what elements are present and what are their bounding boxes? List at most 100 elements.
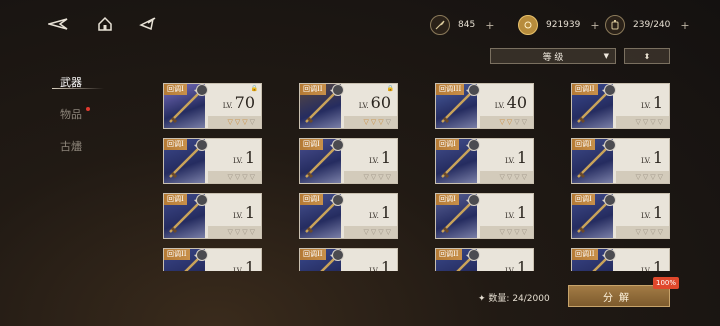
level-prefix: LV. [504, 267, 515, 271]
lock-icon[interactable]: 🔒 [387, 85, 394, 92]
stamina-plus-icon[interactable]: + [485, 19, 494, 32]
weapon-card[interactable]: 回调I LV. 1 ▽ ▽ ▽ ▽ [163, 138, 262, 184]
sidebar-item-label: 古燼 [60, 140, 82, 153]
level-number: 1 [516, 148, 527, 167]
home-icon[interactable] [95, 14, 115, 34]
rank-chevron-icon: ▽ [635, 173, 641, 181]
capacity-plus-icon[interactable]: + [680, 19, 689, 32]
refine-rank: ▽ ▽ ▽ ▽ [616, 171, 669, 183]
resource-stamina[interactable]: 845 + [430, 14, 494, 36]
resource-capacity[interactable]: 239/240 + [605, 14, 690, 36]
rank-chevron-icon: ▽ [370, 228, 377, 236]
lock-icon[interactable]: 🔒 [251, 85, 258, 92]
rank-chevron-icon: ▽ [227, 173, 233, 181]
weapon-card[interactable]: 回调I LV. 1 ▽ ▽ ▽ ▽ [435, 138, 534, 184]
gold-value: 921939 [546, 20, 581, 30]
level-number: 1 [244, 258, 255, 271]
weapon-level: LV. 40 [495, 93, 527, 112]
level-prefix: LV. [222, 102, 233, 110]
rank-chevron-icon: ▽ [521, 173, 527, 181]
rank-chevron-icon: ▽ [514, 173, 520, 181]
character-avatar [468, 194, 480, 206]
tuning-tag: 回调I [300, 139, 323, 150]
weapon-level: LV. 1 [369, 258, 391, 271]
tuning-tag: 回调I [572, 194, 595, 205]
rank-chevron-icon: ▽ [499, 118, 505, 126]
category-sidebar: 武器 物品 古燼 [52, 66, 132, 162]
level-prefix: LV. [640, 212, 651, 220]
rank-chevron-icon: ▽ [249, 118, 255, 126]
weapon-level: LV. 1 [641, 258, 663, 271]
weapon-card[interactable]: 回调I LV. 1 ▽ ▽ ▽ ▽ [571, 193, 670, 239]
weapon-card[interactable]: 回调IILV.1▽▽▽▽ [435, 248, 534, 271]
weapon-card[interactable]: 回调III LV. 40 ▽ ▽ ▽ ▽ [435, 83, 534, 129]
tuning-tag: 回调I [436, 194, 459, 205]
weapon-card[interactable]: 回调IILV.1▽▽▽▽ [571, 248, 670, 271]
character-avatar [332, 139, 344, 151]
level-number: 1 [380, 258, 391, 271]
top-bar: 845 + 921939 + 239/240 + [0, 0, 720, 48]
weapon-level: LV. 1 [641, 93, 663, 112]
rank-chevron-icon: ▽ [227, 228, 233, 236]
level-number: 1 [380, 148, 391, 167]
level-prefix: LV. [368, 267, 379, 271]
level-number: 1 [244, 148, 255, 167]
weapon-card[interactable]: 回调I LV. 1 ▽ ▽ ▽ ▽ [435, 193, 534, 239]
weapon-card[interactable]: 回调IILV.1▽▽▽▽ [571, 83, 670, 129]
rank-chevron-icon: ▽ [499, 228, 505, 236]
weapon-card[interactable]: 回调I LV. 1 ▽ ▽ ▽ ▽ [163, 193, 262, 239]
rank-chevron-icon: ▽ [635, 118, 641, 126]
back-arrow-icon[interactable] [48, 14, 68, 34]
sidebar-item-relics[interactable]: 古燼 [52, 130, 132, 162]
filter-label: 等 级 [542, 52, 564, 63]
weapon-card[interactable]: 回调II LV. 60 🔒 ▽ ▽ ▽ ▽ [299, 83, 398, 129]
sidebar-item-items[interactable]: 物品 [52, 98, 132, 130]
level-prefix: LV. [368, 157, 379, 165]
rank-chevron-icon: ▽ [514, 228, 520, 236]
weapon-card[interactable]: 回调I LV. 1 ▽ ▽ ▽ ▽ [299, 138, 398, 184]
rank-chevron-icon: ▽ [363, 173, 369, 181]
character-avatar [196, 194, 208, 206]
tuning-tag: 回调I [164, 84, 187, 95]
rank-chevron-icon: ▽ [642, 118, 649, 126]
resource-gold[interactable]: 921939 + [518, 14, 600, 36]
character-avatar [468, 139, 480, 151]
weapon-card[interactable]: 回调I LV. 1 ▽ ▽ ▽ ▽ [571, 138, 670, 184]
refine-rank: ▽ ▽ ▽ ▽ [480, 116, 533, 128]
rank-chevron-icon: ▽ [499, 173, 505, 181]
character-avatar [196, 249, 208, 261]
character-avatar [468, 249, 480, 261]
tuning-tag: 回调I [572, 139, 595, 150]
refine-rank: ▽ ▽ ▽ ▽ [208, 226, 261, 238]
level-prefix: LV. [504, 157, 515, 165]
rank-chevron-icon: ▽ [378, 228, 384, 236]
sidebar-item-weapons[interactable]: 武器 [52, 66, 132, 98]
weapon-card[interactable]: 回调I LV. 70 🔒 ▽ ▽ ▽ ▽ [163, 83, 262, 129]
rank-chevron-icon: ▽ [370, 173, 377, 181]
rank-chevron-icon: ▽ [642, 228, 649, 236]
rank-chevron-icon: ▽ [385, 118, 391, 126]
weapon-card[interactable]: 回调IILV.1▽▽▽▽ [163, 248, 262, 271]
weapon-level: LV. 70 [223, 93, 255, 112]
rank-chevron-icon: ▽ [370, 118, 377, 126]
character-avatar [468, 84, 480, 96]
rank-chevron-icon: ▽ [506, 173, 513, 181]
tuning-tag: 回调I [300, 194, 323, 205]
refine-rank: ▽ ▽ ▽ ▽ [208, 116, 261, 128]
decompose-label: 分解 [603, 292, 635, 304]
refine-rank: ▽ ▽ ▽ ▽ [344, 116, 397, 128]
rank-chevron-icon: ▽ [650, 173, 656, 181]
rank-chevron-icon: ▽ [650, 228, 656, 236]
weapon-card[interactable]: 回调I LV. 1 ▽ ▽ ▽ ▽ [299, 193, 398, 239]
weapon-level: LV. 1 [369, 203, 391, 222]
gold-plus-icon[interactable]: + [590, 19, 599, 32]
character-avatar [332, 84, 344, 96]
sort-order-button[interactable]: ⬍ [624, 48, 670, 64]
rank-chevron-icon: ▽ [378, 118, 384, 126]
share-icon[interactable] [138, 14, 158, 34]
rank-chevron-icon: ▽ [227, 118, 233, 126]
rank-chevron-icon: ▽ [635, 228, 641, 236]
level-filter-dropdown[interactable]: 等 级 ▼ [490, 48, 616, 64]
character-avatar [604, 139, 616, 151]
weapon-card[interactable]: 回调IILV.1▽▽▽▽ [299, 248, 398, 271]
